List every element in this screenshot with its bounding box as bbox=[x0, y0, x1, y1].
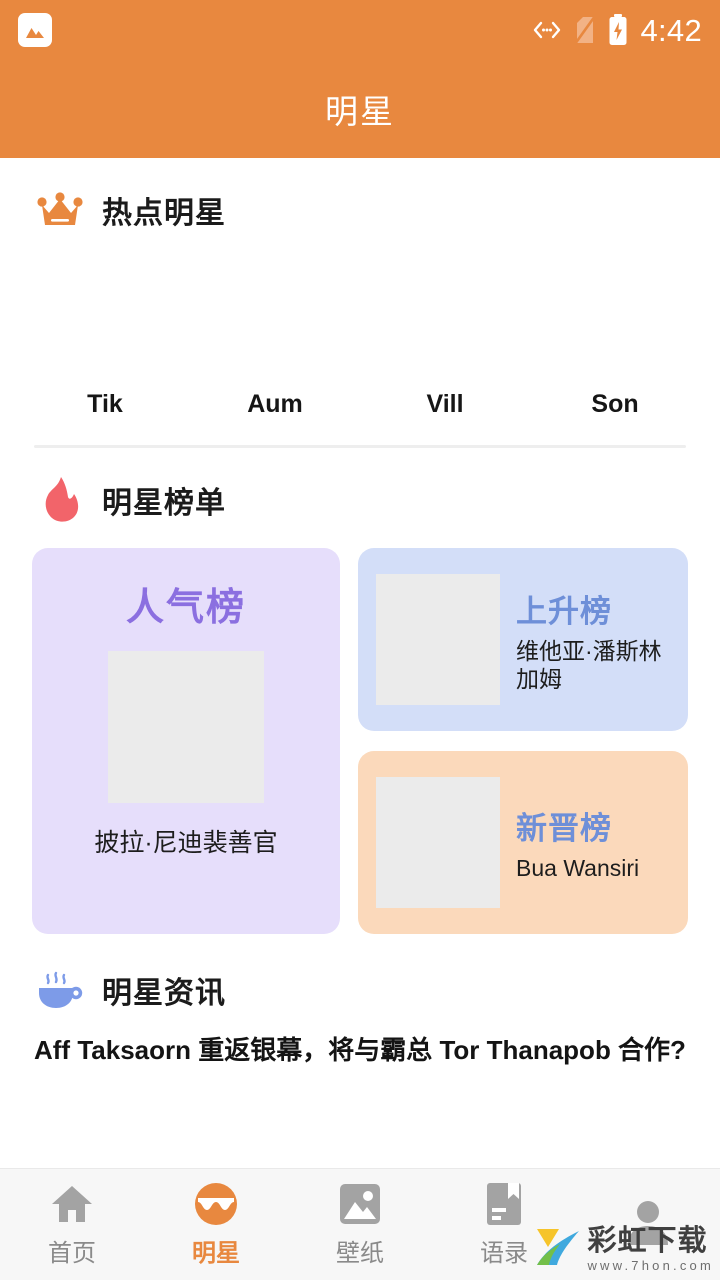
status-bar-clock: 4:42 bbox=[640, 12, 702, 48]
rankings-cards: 人气榜 披拉·尼迪裴善官 上升榜 维他亚·潘斯林加姆 新晋榜 Bua Wansi… bbox=[0, 534, 720, 934]
newcomers-rank-card[interactable]: 新晋榜 Bua Wansiri bbox=[358, 751, 688, 934]
status-bar-right: 4:42 bbox=[532, 14, 702, 46]
status-bar-left bbox=[18, 13, 52, 47]
star-avatar-placeholder bbox=[555, 256, 675, 376]
hot-star-name: Vill bbox=[426, 390, 464, 418]
rank-thumb-placeholder bbox=[108, 651, 264, 803]
rank-thumb-placeholder bbox=[376, 777, 500, 908]
status-bar: 4:42 bbox=[0, 0, 720, 60]
home-icon bbox=[50, 1181, 94, 1227]
star-avatar-placeholder bbox=[215, 256, 335, 376]
news-list-item[interactable]: Aff Taksaorn 重返银幕，将与霸总 Tor Thanapob 合作? bbox=[0, 1024, 720, 1067]
popularity-rank-star-name: 披拉·尼迪裴善官 bbox=[94, 829, 278, 857]
rankings-section-header: 明星榜单 bbox=[0, 448, 720, 534]
rising-rank-star-name: 维他亚·潘斯林加姆 bbox=[516, 637, 662, 692]
hot-star-name: Aum bbox=[247, 390, 303, 418]
hot-star-item[interactable]: Aum bbox=[190, 256, 360, 419]
cast-icon bbox=[532, 20, 562, 40]
coffee-cup-icon bbox=[34, 964, 86, 1016]
wallpaper-image-icon bbox=[339, 1181, 381, 1227]
news-title: 明星资讯 bbox=[102, 977, 226, 1010]
page-title: 明星 bbox=[325, 93, 395, 130]
watermark: 彩虹下载 www.7hon.com bbox=[535, 1225, 714, 1274]
hot-stars-section-header: 热点明星 bbox=[0, 158, 720, 244]
hot-stars-title: 热点明星 bbox=[102, 197, 226, 230]
nav-label-wallpaper: 壁纸 bbox=[336, 1240, 384, 1267]
nav-label-home: 首页 bbox=[48, 1240, 96, 1267]
newcomers-rank-star-name: Bua Wansiri bbox=[516, 854, 640, 881]
hot-star-item[interactable]: Vill bbox=[360, 256, 530, 419]
star-avatar-placeholder bbox=[45, 256, 165, 376]
gallery-image-icon bbox=[18, 13, 52, 47]
nav-label-star: 明星 bbox=[192, 1240, 240, 1267]
rank-thumb-placeholder bbox=[376, 574, 500, 705]
no-sim-icon bbox=[574, 15, 597, 45]
watermark-url: www.7hon.com bbox=[587, 1258, 714, 1273]
app-root: 4:42 明星 热点明星 Tik Aum Vill Son 明星榜单 人气榜 披… bbox=[0, 0, 720, 1280]
popularity-rank-card[interactable]: 人气榜 披拉·尼迪裴善官 bbox=[32, 548, 340, 934]
hot-star-name: Tik bbox=[87, 390, 123, 418]
nav-item-home[interactable]: 首页 bbox=[0, 1181, 144, 1268]
nav-label-quotes: 语录 bbox=[480, 1240, 528, 1267]
star-wave-icon bbox=[193, 1181, 239, 1227]
hot-stars-list: Tik Aum Vill Son bbox=[0, 244, 720, 419]
flame-icon bbox=[34, 474, 86, 526]
newcomers-rank-title: 新晋榜 bbox=[516, 810, 612, 846]
hot-star-name: Son bbox=[591, 390, 639, 418]
battery-charging-icon bbox=[608, 14, 628, 46]
watermark-name: 彩虹下载 bbox=[587, 1225, 708, 1257]
crown-icon bbox=[34, 184, 86, 236]
rising-rank-title: 上升榜 bbox=[516, 593, 612, 629]
secondary-rank-cards: 上升榜 维他亚·潘斯林加姆 新晋榜 Bua Wansiri bbox=[358, 548, 688, 934]
news-section-header: 明星资讯 bbox=[0, 934, 720, 1024]
bottom-navigation-bar: 首页 明星 壁纸 语录 彩虹下载 www.7hon.com bbox=[0, 1168, 720, 1280]
main-scroll-content[interactable]: 热点明星 Tik Aum Vill Son 明星榜单 人气榜 披拉·尼迪裴善官 … bbox=[0, 158, 720, 1168]
hot-star-item[interactable]: Tik bbox=[20, 256, 190, 419]
app-bar: 明星 bbox=[0, 60, 720, 158]
nav-item-wallpaper[interactable]: 壁纸 bbox=[288, 1181, 432, 1268]
hot-star-item[interactable]: Son bbox=[530, 256, 700, 419]
news-headline: Aff Taksaorn 重返银幕，将与霸总 Tor Thanapob 合作? bbox=[34, 1035, 686, 1065]
rainbow-download-logo bbox=[535, 1225, 581, 1274]
popularity-rank-title: 人气榜 bbox=[125, 587, 246, 629]
star-avatar-placeholder bbox=[385, 256, 505, 376]
nav-item-star[interactable]: 明星 bbox=[144, 1181, 288, 1268]
rankings-title: 明星榜单 bbox=[102, 487, 226, 520]
bookmark-book-icon bbox=[485, 1181, 523, 1227]
rising-rank-card[interactable]: 上升榜 维他亚·潘斯林加姆 bbox=[358, 548, 688, 731]
